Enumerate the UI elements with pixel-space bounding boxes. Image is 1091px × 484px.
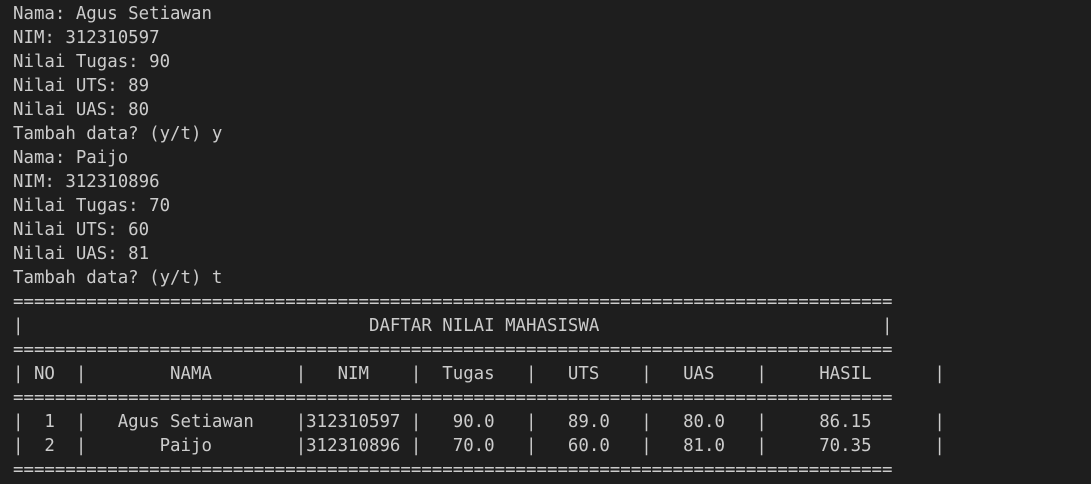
prompt-line-nama-2: Nama: Paijo bbox=[13, 148, 129, 168]
prompt-line-tambah-1: Tambah data? (y/t) y bbox=[13, 124, 223, 144]
table-border-top: ========================================… bbox=[13, 292, 893, 312]
table-border-bottom: ========================================… bbox=[13, 460, 893, 480]
prompt-line-tambah-2: Tambah data? (y/t) t bbox=[13, 268, 223, 288]
table-border-after-title: ========================================… bbox=[13, 340, 893, 360]
prompt-line-nim-2: NIM: 312310896 bbox=[13, 172, 160, 192]
prompt-line-nama-1: Nama: Agus Setiawan bbox=[13, 4, 212, 24]
prompt-line-uts-1: Nilai UTS: 89 bbox=[13, 76, 150, 96]
prompt-line-nim-1: NIM: 312310597 bbox=[13, 28, 160, 48]
table-title-row: | DAFTAR NILAI MAHASISWA | bbox=[13, 316, 893, 336]
terminal-output[interactable]: Nama: Agus Setiawan NIM: 312310597 Nilai… bbox=[13, 2, 1083, 482]
table-row: | 1 | Agus Setiawan |312310597 | 90.0 | … bbox=[13, 412, 945, 432]
table-border-after-header: ========================================… bbox=[13, 388, 893, 408]
prompt-line-tugas-1: Nilai Tugas: 90 bbox=[13, 52, 171, 72]
table-header-row: | NO | NAMA | NIM | Tugas | UTS | UAS | … bbox=[13, 364, 945, 384]
prompt-line-uas-1: Nilai UAS: 80 bbox=[13, 100, 150, 120]
prompt-line-tugas-2: Nilai Tugas: 70 bbox=[13, 196, 171, 216]
table-row: | 2 | Paijo |312310896 | 70.0 | 60.0 | 8… bbox=[13, 436, 945, 456]
prompt-line-uas-2: Nilai UAS: 81 bbox=[13, 244, 150, 264]
prompt-line-uts-2: Nilai UTS: 60 bbox=[13, 220, 150, 240]
